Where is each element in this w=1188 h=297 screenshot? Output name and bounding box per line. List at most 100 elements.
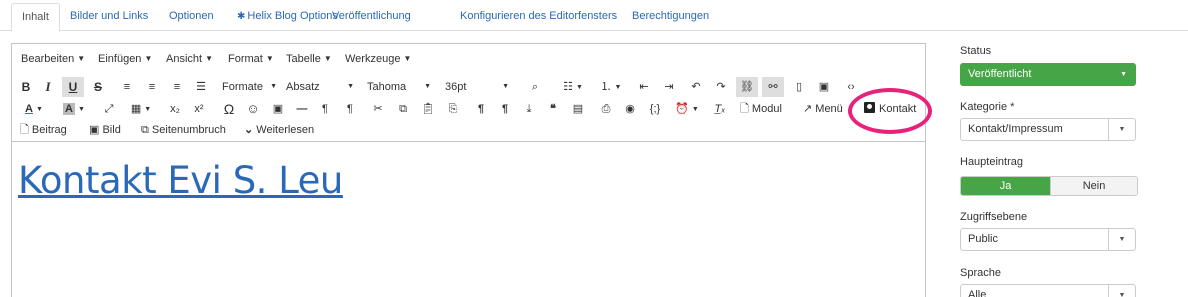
- font-family-dropdown[interactable]: Tahoma ▼: [367, 77, 431, 97]
- cut-icon[interactable]: ✂: [367, 99, 389, 119]
- haupteintrag-toggle: Ja Nein: [960, 176, 1138, 196]
- menu-bearbeiten[interactable]: Bearbeiten ▼: [21, 53, 85, 65]
- fullscreen-icon[interactable]: ⤢: [98, 99, 120, 119]
- bild-button[interactable]: ▣ Bild: [89, 120, 135, 140]
- subscript-icon[interactable]: x₂: [164, 99, 186, 119]
- tab-berechtigungen[interactable]: Berechtigungen: [622, 3, 719, 31]
- file-plus-icon: 🗋︎: [20, 124, 29, 137]
- caret-down-icon: ▼: [1120, 71, 1127, 78]
- block-format-label: Absatz: [286, 81, 320, 93]
- beitrag-label: Beitrag: [31, 124, 67, 136]
- menu-format[interactable]: Format ▼: [228, 53, 274, 65]
- print-icon[interactable]: ⎙: [595, 99, 617, 119]
- modul-label: Modul: [751, 103, 782, 115]
- tab-bilder-und-links[interactable]: Bilder und Links: [60, 3, 158, 31]
- align-right-icon[interactable]: ≡: [166, 77, 188, 97]
- heading-link[interactable]: Kontakt Evi S. Leu: [18, 159, 343, 202]
- caret-down-icon: ▼: [265, 54, 274, 63]
- unlink-icon[interactable]: ⚯: [762, 77, 784, 97]
- special-char-icon[interactable]: Ω: [218, 99, 240, 119]
- menu-ansicht[interactable]: Ansicht ▼: [166, 53, 213, 65]
- tab-inhalt[interactable]: Inhalt: [11, 3, 60, 32]
- caret-down-icon: ▼: [1108, 229, 1135, 250]
- find-replace-icon[interactable]: ⌕: [524, 77, 546, 97]
- copy-icon[interactable]: ⧉: [392, 99, 414, 119]
- visual-chars-icon[interactable]: ¶: [470, 99, 492, 119]
- picture-icon: ▣: [89, 124, 100, 137]
- align-left-icon[interactable]: ≡: [116, 77, 138, 97]
- background-color-icon[interactable]: A ▼: [56, 99, 92, 119]
- status-select[interactable]: Veröffentlicht ▼: [960, 63, 1136, 86]
- ltr-icon[interactable]: ¶: [314, 99, 336, 119]
- table-icon[interactable]: ▦ ▼: [126, 99, 156, 119]
- code-icon[interactable]: ‹›: [840, 77, 862, 97]
- bookmark-icon[interactable]: ▯: [788, 77, 810, 97]
- sprache-select[interactable]: Alle ▼: [960, 284, 1136, 297]
- numbered-list-icon[interactable]: ⒈ ▼: [594, 77, 628, 97]
- underline-button[interactable]: U: [62, 77, 84, 97]
- strikethrough-button[interactable]: S: [88, 77, 108, 97]
- datetime-icon[interactable]: ⏰ ▼: [670, 99, 704, 119]
- rtl-icon[interactable]: ¶: [339, 99, 361, 119]
- align-center-icon[interactable]: ≡: [141, 77, 163, 97]
- block-format-dropdown[interactable]: Absatz ▼: [286, 77, 354, 97]
- beitrag-button[interactable]: 🗋︎ Beitrag: [20, 120, 84, 140]
- formats-dropdown[interactable]: Formate ▼: [222, 77, 277, 97]
- show-blocks-icon[interactable]: ¶: [494, 99, 516, 119]
- font-size-label: 36pt: [445, 81, 467, 93]
- tab-label: Inhalt: [22, 11, 49, 23]
- indent-icon[interactable]: ⇥: [658, 77, 680, 97]
- haupteintrag-no-button[interactable]: Nein: [1050, 177, 1137, 195]
- bold-button[interactable]: B: [16, 77, 36, 97]
- menu-label: Ansicht: [166, 53, 203, 65]
- menu-label: Format: [228, 53, 263, 65]
- zugriff-select[interactable]: Public ▼: [960, 228, 1136, 251]
- status-value: Veröffentlicht: [968, 68, 1032, 80]
- menu-tabelle[interactable]: Tabelle ▼: [286, 53, 332, 65]
- rich-text-editor: Bearbeiten ▼ Einfügen ▼ Ansicht ▼ Format ▼ T…: [11, 43, 926, 297]
- image-icon[interactable]: ▣: [813, 77, 835, 97]
- menu-label: Tabelle: [286, 53, 321, 65]
- media-icon[interactable]: ▣: [267, 99, 289, 119]
- align-justify-icon[interactable]: ☰: [190, 77, 212, 97]
- tab-label: Konfigurieren des Editorfensters: [460, 10, 618, 22]
- copy-icon: ⧉: [141, 124, 149, 137]
- editor-content-area[interactable]: Kontakt Evi S. Leu: [12, 143, 925, 297]
- bullet-list-icon[interactable]: ☷ ▼: [556, 77, 590, 97]
- italic-button[interactable]: I: [38, 77, 58, 97]
- modul-button[interactable]: 🗋︎ Modul: [740, 99, 802, 119]
- undo-icon[interactable]: ↶: [685, 77, 707, 97]
- sprache-label: Sprache: [960, 267, 1001, 279]
- outdent-icon[interactable]: ⇤: [633, 77, 655, 97]
- tab-konfigurieren[interactable]: Konfigurieren des Editorfensters: [450, 3, 627, 31]
- link-icon[interactable]: ⛓: [736, 77, 758, 97]
- weiterlesen-button[interactable]: ⌄ Weiterlesen: [244, 120, 324, 140]
- tab-label: Bilder und Links: [70, 10, 149, 22]
- horizontal-rule-icon[interactable]: —: [291, 99, 313, 119]
- insert-icon[interactable]: ⤓: [518, 99, 540, 119]
- redo-icon[interactable]: ↷: [710, 77, 732, 97]
- zugriff-value: Public: [968, 233, 998, 245]
- font-size-dropdown[interactable]: 36pt ▼: [445, 77, 509, 97]
- kategorie-select[interactable]: Kontakt/Impressum ▼: [960, 118, 1136, 141]
- preview-icon[interactable]: ◉: [619, 99, 641, 119]
- paste-text-icon[interactable]: ⎘: [442, 99, 464, 119]
- template-icon[interactable]: ▤: [567, 99, 589, 119]
- tab-veroeffentlichung[interactable]: Veröffentlichung: [322, 3, 421, 31]
- tab-optionen[interactable]: Optionen: [159, 3, 224, 31]
- haupteintrag-label: Haupteintrag: [960, 156, 1023, 168]
- caret-down-icon: ▼: [323, 54, 332, 63]
- seitenumbruch-button[interactable]: ⧉ Seitenumbruch: [141, 120, 237, 140]
- emoticon-icon[interactable]: ☺: [242, 99, 264, 119]
- paste-icon[interactable]: 📋︎: [417, 99, 439, 119]
- menu-einfuegen[interactable]: Einfügen ▼: [98, 53, 152, 65]
- caret-down-icon: ▼: [270, 83, 277, 90]
- superscript-icon[interactable]: x²: [188, 99, 210, 119]
- menu-werkzeuge[interactable]: Werkzeuge ▼: [345, 53, 411, 65]
- clear-format-icon[interactable]: T̲ₓ: [709, 99, 731, 119]
- font-family-label: Tahoma: [367, 81, 407, 93]
- haupteintrag-yes-button[interactable]: Ja: [961, 177, 1050, 195]
- text-color-icon[interactable]: A ▼: [16, 99, 52, 119]
- blockquote-icon[interactable]: ❝: [542, 99, 564, 119]
- code-sample-icon[interactable]: {;}: [644, 99, 666, 119]
